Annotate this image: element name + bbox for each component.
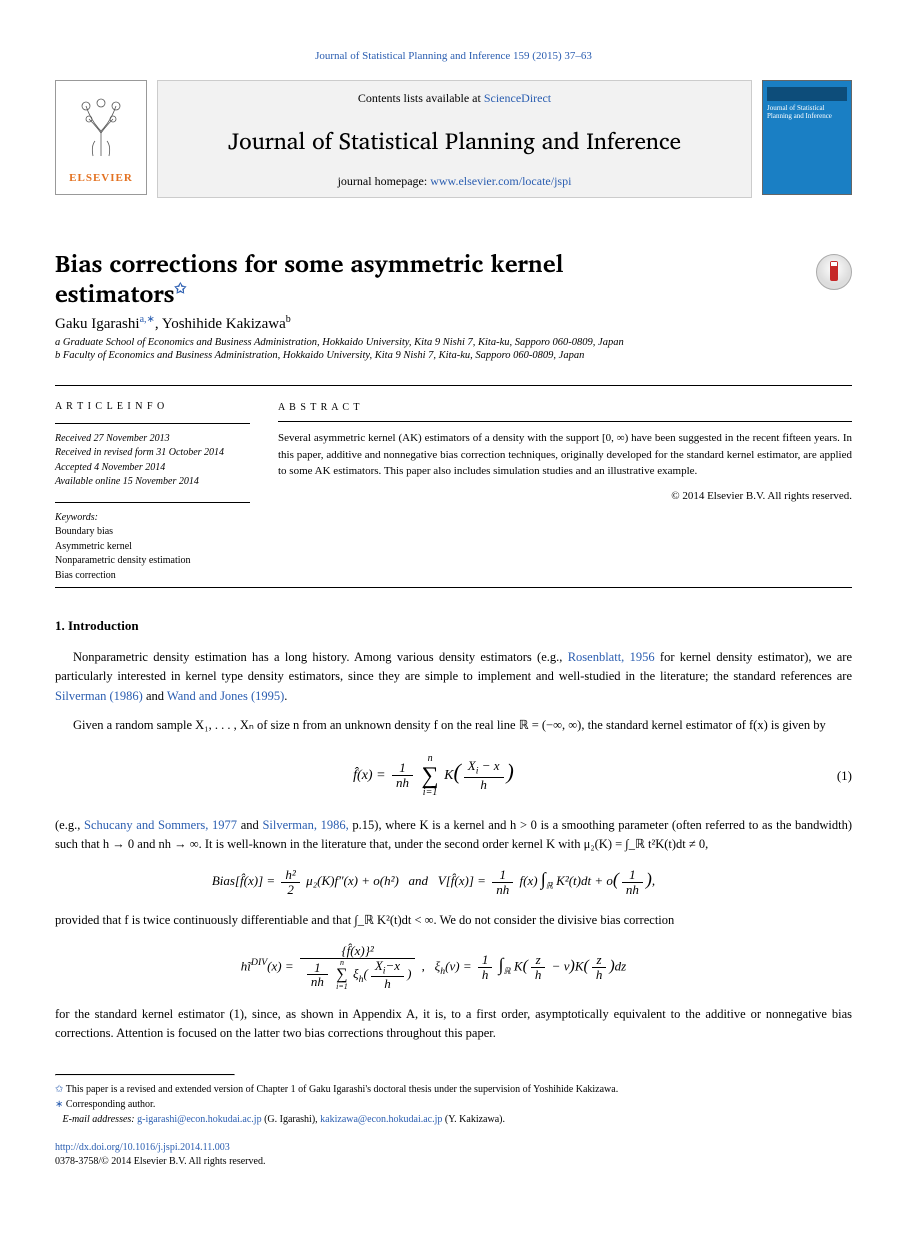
equation-1-number: (1)	[812, 768, 852, 784]
article-info-column: A R T I C L E I N F O Received 27 Novemb…	[55, 390, 250, 583]
author-a: Gaku Igarashi	[55, 316, 140, 332]
equation-1-math: f̂(x) = 1nh n∑i=1 K(Xi − xh)	[55, 754, 812, 798]
equation-divisive-math: hĩDIV(x) = {f̂(x)}² 1nh n∑i=1 ξh(Xi−xh) …	[55, 944, 812, 991]
para-4: provided that f is twice continuously di…	[55, 911, 852, 930]
footnote-2: ∗ Corresponding author.	[55, 1097, 852, 1112]
email-label: E-mail addresses:	[63, 1114, 138, 1125]
para2-a: Given a random sample X₁, . . . , Xₙ of …	[73, 718, 826, 732]
top-citation: Journal of Statistical Planning and Infe…	[55, 50, 852, 62]
footnote-rule	[55, 1074, 235, 1076]
title-line2: estimators	[55, 273, 174, 313]
keywords-heading: Keywords:	[55, 511, 250, 526]
abstract-column: A B S T R A C T Several asymmetric kerne…	[278, 390, 852, 583]
received-date: Received 27 November 2013	[55, 432, 250, 447]
author-a-sup: a,	[140, 314, 147, 325]
para1-c: and	[143, 689, 167, 703]
article-info-heading: A R T I C L E I N F O	[55, 400, 250, 415]
authors-line: Gaku Igarashia,∗, Yoshihide Kakizawab	[55, 314, 852, 333]
ref-wand-jones[interactable]: Wand and Jones (1995)	[167, 689, 284, 703]
author-sep: ,	[155, 316, 162, 332]
email1-who: (G. Igarashi),	[262, 1114, 321, 1125]
abstract-copyright: © 2014 Elsevier B.V. All rights reserved…	[278, 488, 852, 505]
email2-who: (Y. Kakizawa).	[442, 1114, 505, 1125]
mid-divider	[55, 587, 852, 588]
homepage-link[interactable]: www.elsevier.com/locate/jspi	[430, 174, 571, 188]
article-history: Received 27 November 2013 Received in re…	[55, 432, 250, 490]
revised-date: Received in revised form 31 October 2014	[55, 446, 250, 461]
equation-divisive: hĩDIV(x) = {f̂(x)}² 1nh n∑i=1 ξh(Xi−xh) …	[55, 944, 852, 991]
author-b: Yoshihide Kakizawa	[162, 316, 286, 332]
para-5: for the standard kernel estimator (1), s…	[55, 1005, 852, 1044]
journal-cover-thumb[interactable]: Journal of Statistical Planning and Infe…	[762, 80, 852, 195]
abstract-text: Several asymmetric kernel (AK) estimator…	[278, 430, 852, 480]
para1-d: .	[284, 689, 287, 703]
elsevier-logo[interactable]: ELSEVIER	[55, 80, 147, 195]
homepage-line: journal homepage: www.elsevier.com/locat…	[338, 174, 572, 189]
author-a-star[interactable]: ∗	[147, 314, 155, 325]
contents-prefix: Contents lists available at	[358, 91, 484, 105]
masthead-center-panel: Contents lists available at ScienceDirec…	[157, 80, 752, 198]
homepage-prefix: journal homepage:	[338, 174, 431, 188]
ref-silverman-1986[interactable]: Silverman (1986)	[55, 689, 143, 703]
para4-a: provided that f is twice continuously di…	[55, 913, 674, 927]
ref-schucany-sommers[interactable]: Schucany and Sommers, 1977	[84, 818, 237, 832]
elsevier-name: ELSEVIER	[69, 172, 133, 184]
ref-silverman-1986b[interactable]: Silverman, 1986,	[262, 818, 348, 832]
cover-title: Journal of Statistical Planning and Infe…	[767, 105, 847, 120]
para3-b: and	[237, 818, 262, 832]
keyword-3: Nonparametric density estimation	[55, 554, 250, 569]
sciencedirect-link[interactable]: ScienceDirect	[484, 91, 551, 105]
equation-bias-var: Bias[f̂(x)] = h²2 μ₂(K)f″(x) + o(h²) and…	[55, 868, 852, 896]
footnotes: ✩ This paper is a revised and extended v…	[55, 1082, 852, 1127]
issn-copyright: 0378-3758/© 2014 Elsevier B.V. All right…	[55, 1156, 265, 1167]
equation-1: f̂(x) = 1nh n∑i=1 K(Xi − xh) (1)	[55, 754, 852, 798]
fn2-text: Corresponding author.	[63, 1099, 155, 1110]
para-1: Nonparametric density estimation has a l…	[55, 648, 852, 706]
para5-a: for the standard kernel estimator (1), s…	[55, 1007, 852, 1040]
keyword-4: Bias correction	[55, 569, 250, 584]
fn1-text: This paper is a revised and extended ver…	[63, 1084, 618, 1095]
contents-line: Contents lists available at ScienceDirec…	[358, 91, 551, 106]
equation-bias-var-math: Bias[f̂(x)] = h²2 μ₂(K)f″(x) + o(h²) and…	[55, 868, 812, 896]
footer-bar: http://dx.doi.org/10.1016/j.jspi.2014.11…	[55, 1141, 852, 1169]
accepted-date: Accepted 4 November 2014	[55, 461, 250, 476]
title-footnote-mark[interactable]: ✩	[174, 277, 186, 300]
keyword-1: Boundary bias	[55, 525, 250, 540]
footnote-emails: E-mail addresses: g-igarashi@econ.hokuda…	[55, 1112, 852, 1127]
abstract-heading: A B S T R A C T	[278, 400, 852, 415]
para-2: Given a random sample X₁, . . . , Xₙ of …	[55, 716, 852, 735]
para1-a: Nonparametric density estimation has a l…	[73, 650, 568, 664]
email-1[interactable]: g-igarashi@econ.hokudai.ac.jp	[137, 1114, 261, 1125]
keyword-2: Asymmetric kernel	[55, 540, 250, 555]
affiliation-a: a Graduate School of Economics and Busin…	[55, 337, 852, 348]
author-b-sup: b	[286, 314, 291, 325]
doi-link[interactable]: http://dx.doi.org/10.1016/j.jspi.2014.11…	[55, 1142, 230, 1153]
available-date: Available online 15 November 2014	[55, 475, 250, 490]
elsevier-tree-icon	[71, 91, 131, 168]
para3-a: (e.g.,	[55, 818, 84, 832]
journal-name: Journal of Statistical Planning and Infe…	[228, 122, 681, 160]
affiliation-b: b Faculty of Economics and Business Admi…	[55, 350, 852, 361]
article-title: Bias corrections for some asymmetric ker…	[55, 248, 796, 308]
email-2[interactable]: kakizawa@econ.hokudai.ac.jp	[320, 1114, 442, 1125]
crossmark-icon[interactable]	[816, 254, 852, 290]
top-divider	[55, 385, 852, 386]
masthead: ELSEVIER Contents lists available at Sci…	[55, 80, 852, 198]
footnote-1: ✩ This paper is a revised and extended v…	[55, 1082, 852, 1097]
ref-rosenblatt[interactable]: Rosenblatt, 1956	[568, 650, 655, 664]
para-3: (e.g., Schucany and Sommers, 1977 and Si…	[55, 816, 852, 855]
section-1-heading: 1. Introduction	[55, 618, 852, 634]
